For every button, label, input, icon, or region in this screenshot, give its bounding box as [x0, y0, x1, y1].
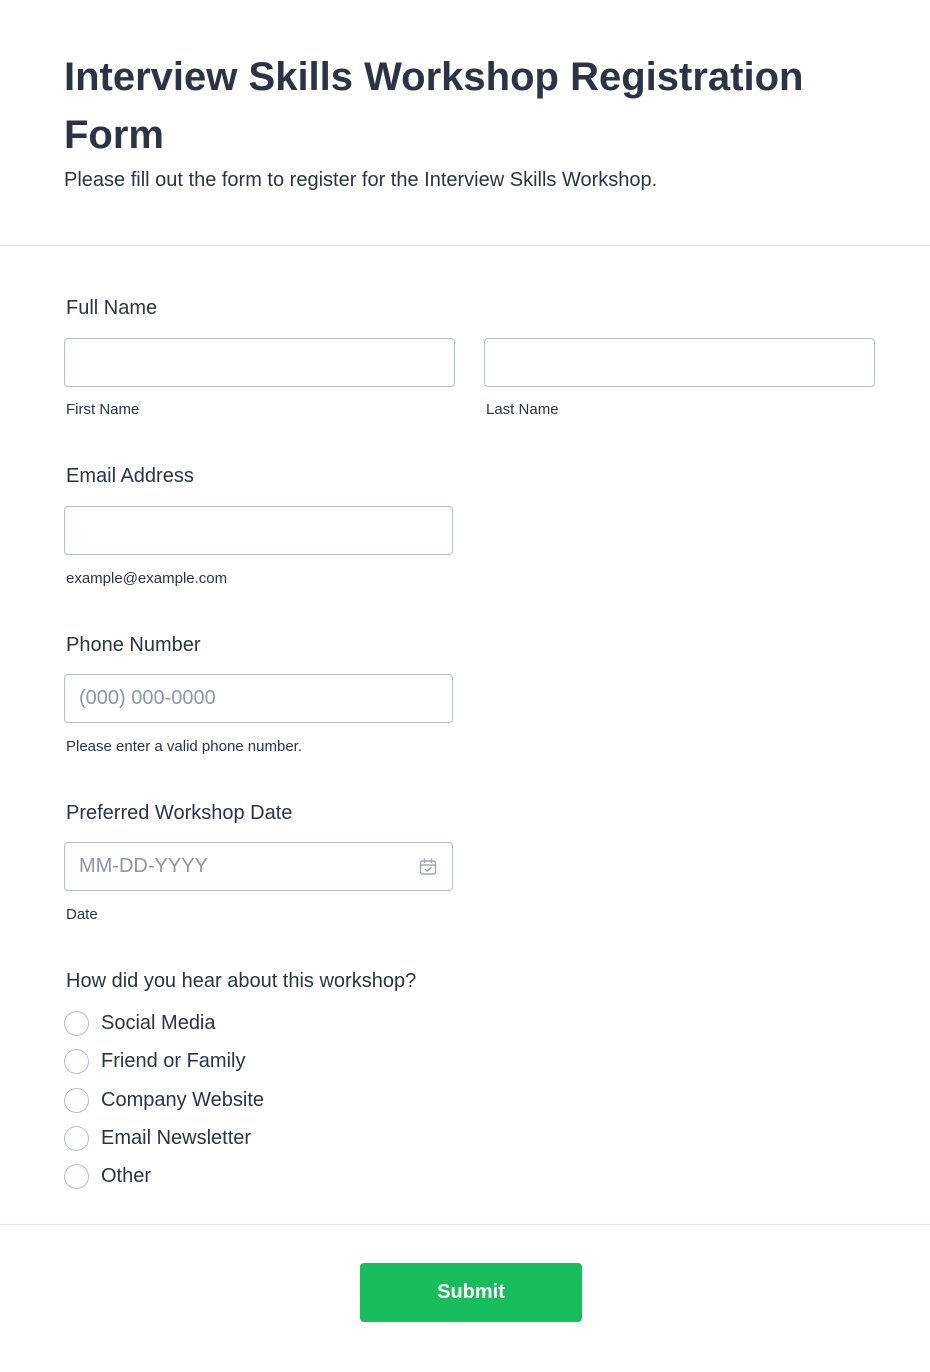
- radio-option-social-media[interactable]: Social Media: [64, 1010, 216, 1036]
- page-subtitle: Please fill out the form to register for…: [64, 169, 658, 191]
- phone-label: Phone Number: [66, 634, 201, 656]
- radio-option-other[interactable]: Other: [64, 1163, 151, 1189]
- footer-divider: [0, 1224, 930, 1225]
- submit-button[interactable]: Submit: [360, 1263, 582, 1322]
- radio-label: Social Media: [101, 1012, 216, 1034]
- workshop-date-label: Preferred Workshop Date: [66, 802, 293, 824]
- last-name-input[interactable]: [484, 338, 875, 387]
- referral-label: How did you hear about this workshop?: [66, 970, 417, 992]
- email-label: Email Address: [66, 465, 194, 487]
- radio-label: Other: [101, 1165, 152, 1187]
- radio-label: Friend or Family: [101, 1050, 246, 1072]
- full-name-label: Full Name: [66, 297, 158, 319]
- workshop-date-input[interactable]: [64, 842, 453, 891]
- radio-button[interactable]: [64, 1010, 89, 1036]
- workshop-date-sublabel: Date: [66, 906, 98, 923]
- email-input[interactable]: [64, 506, 453, 555]
- email-sublabel: example@example.com: [66, 570, 228, 587]
- radio-option-company-website[interactable]: Company Website: [64, 1087, 264, 1113]
- form-page: Interview Skills Workshop Registration F…: [0, 0, 930, 1372]
- radio-button[interactable]: [64, 1125, 89, 1151]
- phone-sublabel: Please enter a valid phone number.: [66, 738, 302, 755]
- last-name-sublabel: Last Name: [486, 401, 559, 418]
- radio-button[interactable]: [64, 1163, 89, 1189]
- radio-label: Email Newsletter: [101, 1127, 252, 1149]
- radio-button[interactable]: [64, 1087, 89, 1113]
- radio-option-friend-or-family[interactable]: Friend or Family: [64, 1048, 245, 1074]
- phone-input[interactable]: [64, 674, 453, 723]
- calendar-icon[interactable]: [418, 857, 438, 877]
- radio-button[interactable]: [64, 1048, 89, 1074]
- first-name-sublabel: First Name: [66, 401, 140, 418]
- form-header: Interview Skills Workshop Registration F…: [0, 0, 930, 246]
- radio-option-email-newsletter[interactable]: Email Newsletter: [64, 1125, 251, 1151]
- first-name-input[interactable]: [64, 338, 455, 387]
- radio-label: Company Website: [101, 1089, 265, 1111]
- page-title: Interview Skills Workshop Registration F…: [64, 55, 804, 157]
